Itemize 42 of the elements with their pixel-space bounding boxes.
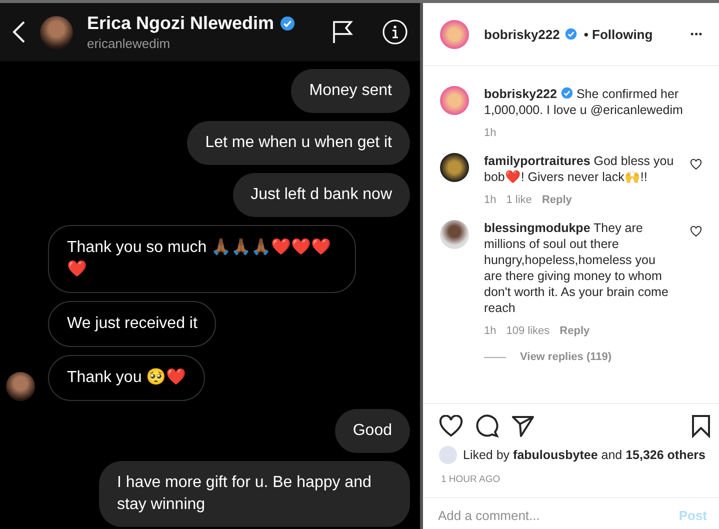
message-bubble: Just left d bank now (232, 173, 410, 217)
view-replies-link[interactable]: View replies (119) (520, 351, 612, 363)
comment-text: familyportraitures God bless you bob❤! Givers never lack🙌!! (484, 153, 675, 185)
like-count[interactable]: 1 like (506, 194, 532, 206)
avatar (440, 20, 469, 48)
comment-input-field[interactable]: Add a comment... (438, 508, 679, 523)
comment-time: 1h (484, 325, 496, 337)
message-bubble: Good (334, 409, 410, 453)
bookmark-icon[interactable] (691, 414, 711, 438)
avatar (440, 153, 469, 182)
heart-icon[interactable] (690, 226, 702, 237)
author-name[interactable]: bobrisky222 (484, 26, 560, 42)
likes-summary: Liked by fabulousbytee and 15,326 others (463, 448, 706, 462)
heart-icon[interactable] (690, 159, 702, 170)
avatar (440, 220, 469, 249)
back-icon[interactable] (12, 20, 26, 44)
more-options[interactable]: ••• (690, 29, 703, 39)
comment-text: blessingmodukpe They are millions of soul out there hungry,hopeless,homeless you are there giving money to whom don't worth it. As your brain come reach (484, 220, 670, 316)
reply-link[interactable]: Reply (560, 325, 590, 337)
reply-link[interactable]: Reply (542, 194, 572, 206)
flag-icon[interactable] (332, 20, 354, 44)
heart-icon[interactable] (439, 415, 463, 437)
message-bubble: Let me when u when get it (187, 121, 410, 165)
like-count[interactable]: 109 likes (506, 325, 550, 337)
send-icon[interactable] (511, 415, 535, 437)
comment-text: bobrisky222 She confirmed her 1,000,000. I love u @ericanlewedim (484, 86, 684, 118)
post-timestamp: 1 HOUR AGO (440, 473, 502, 487)
following-label[interactable]: • Following (584, 26, 653, 42)
message-bubble: Thank you 🥺❤ (48, 355, 206, 401)
message-bubble: I have more gift for u. Be happy and stay winning (99, 461, 410, 527)
comment-icon[interactable] (475, 414, 499, 438)
comment-time: 1h (484, 127, 496, 139)
info-icon[interactable] (382, 19, 408, 45)
avatar (439, 446, 457, 464)
avatar (40, 16, 73, 48)
message-bubble: We just received it (48, 301, 216, 347)
avatar (440, 86, 469, 115)
contact-name: Erica Ngozi Nlewedim (87, 13, 274, 34)
contact-handle: ericanlewedim (87, 36, 172, 51)
comment-time: 1h (484, 194, 496, 206)
message-bubble: Money sent (291, 69, 410, 113)
message-bubble: Thank you so much 🙏🏾🙏🏾🙏🏾❤❤❤❤ (48, 225, 356, 293)
